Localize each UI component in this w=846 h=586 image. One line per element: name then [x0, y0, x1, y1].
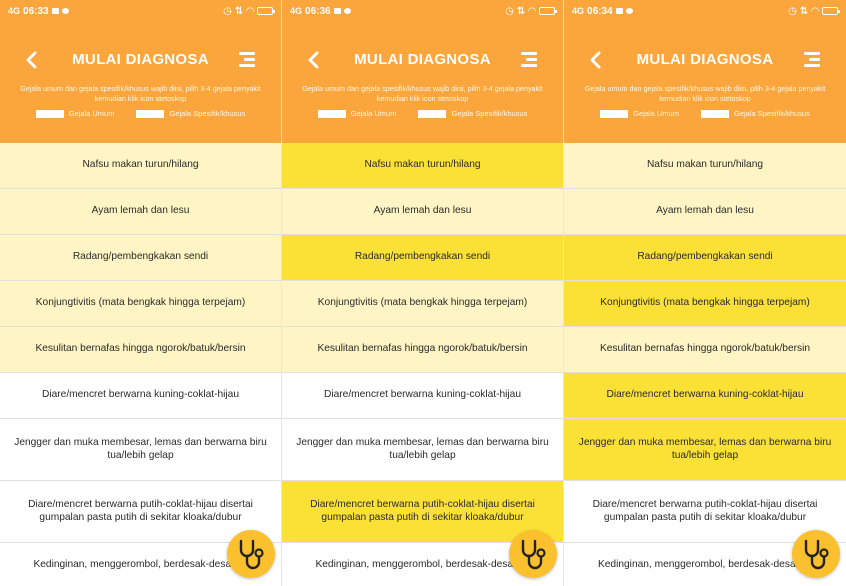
symptom-item-selected[interactable]: Konjungtivitis (mata bengkak hingga terp… — [564, 281, 846, 327]
symptom-list: Nafsu makan turun/hilang Ayam lemah dan … — [0, 143, 281, 586]
screens-container: 4G 06:33 ◷ ⇅ ◠ MULAI DIAGNOSA Gejala umu… — [0, 0, 846, 586]
symptom-item[interactable]: Konjungtivitis (mata bengkak hingga terp… — [0, 281, 281, 327]
status-bar: 4G 06:34 ◷ ⇅ ◠ — [572, 3, 840, 19]
instruction-text: Gejala umum dan gejala spesifik/khusus w… — [584, 84, 826, 103]
symptom-item[interactable]: Konjungtivitis (mata bengkak hingga terp… — [282, 281, 563, 327]
legend: Gejala Umum Gejala Spesifik/khusus — [0, 109, 281, 118]
notification-icon — [51, 8, 59, 14]
symptom-item[interactable]: Nafsu makan turun/hilang — [564, 143, 846, 189]
clock: 06:36 — [305, 5, 331, 17]
legend-label-specific: Gejala Spesifik/khusus — [169, 109, 246, 118]
menu-icon — [804, 52, 820, 55]
alarm-icon: ◷ — [788, 5, 797, 17]
symptom-item[interactable]: Ayam lemah dan lesu — [0, 189, 281, 235]
symptom-item-selected[interactable]: Jengger dan muka membesar, lemas dan ber… — [564, 419, 846, 481]
symptom-item[interactable]: Nafsu makan turun/hilang — [0, 143, 281, 189]
menu-icon — [239, 52, 255, 55]
app-header: 4G 06:36 ◷ ⇅ ◠ MULAI DIAGNOSA Gejala umu… — [282, 0, 563, 143]
phone-screen-3: 4G 06:34 ◷ ⇅ ◠ MULAI DIAGNOSA Gejala umu… — [564, 0, 846, 586]
notification-icon — [625, 8, 633, 14]
symptom-item[interactable]: Ayam lemah dan lesu — [564, 189, 846, 235]
legend-swatch-general — [35, 109, 64, 118]
menu-button[interactable] — [521, 50, 537, 68]
stethoscope-icon — [239, 539, 264, 570]
notification-icon — [61, 8, 69, 14]
menu-button[interactable] — [239, 50, 255, 68]
wifi-icon: ◠ — [246, 5, 254, 17]
app-header: 4G 06:34 ◷ ⇅ ◠ MULAI DIAGNOSA Gejala umu… — [564, 0, 846, 143]
data-icon: ⇅ — [799, 5, 809, 17]
signal-indicator: 4G — [8, 6, 21, 16]
wifi-icon: ◠ — [811, 5, 819, 17]
diagnose-button[interactable] — [227, 530, 275, 578]
signal-indicator: 4G — [572, 6, 585, 16]
status-bar: 4G 06:36 ◷ ⇅ ◠ — [290, 3, 557, 19]
legend-swatch-specific — [418, 109, 447, 118]
phone-screen-2: 4G 06:36 ◷ ⇅ ◠ MULAI DIAGNOSA Gejala umu… — [282, 0, 564, 586]
diagnose-button[interactable] — [509, 530, 557, 578]
legend-label-general: Gejala Umum — [350, 109, 397, 118]
signal-indicator: 4G — [290, 6, 303, 16]
data-icon: ⇅ — [234, 5, 244, 17]
menu-button[interactable] — [804, 50, 820, 68]
symptom-item[interactable]: Jengger dan muka membesar, lemas dan ber… — [282, 419, 563, 481]
stethoscope-icon — [521, 539, 546, 570]
clock: 06:34 — [587, 5, 613, 17]
legend-label-specific: Gejala Spesifik/khusus — [451, 109, 528, 118]
symptom-item-selected[interactable]: Radang/pembengkakan sendi — [564, 235, 846, 281]
symptom-item[interactable]: Jengger dan muka membesar, lemas dan ber… — [0, 419, 281, 481]
phone-screen-1: 4G 06:33 ◷ ⇅ ◠ MULAI DIAGNOSA Gejala umu… — [0, 0, 282, 586]
battery-icon — [539, 7, 557, 15]
symptom-item[interactable]: Kesulitan bernafas hingga ngorok/batuk/b… — [564, 327, 846, 373]
alarm-icon: ◷ — [223, 5, 232, 17]
symptom-list: Nafsu makan turun/hilang Ayam lemah dan … — [564, 143, 846, 586]
symptom-item[interactable]: Diare/mencret berwarna kuning-coklat-hij… — [282, 373, 563, 419]
data-icon: ⇅ — [516, 5, 526, 17]
notification-icon — [343, 8, 351, 14]
symptom-item[interactable]: Ayam lemah dan lesu — [282, 189, 563, 235]
symptom-item-selected[interactable]: Nafsu makan turun/hilang — [282, 143, 563, 189]
legend-label-specific: Gejala Spesifik/khusus — [733, 109, 810, 118]
notification-icon — [615, 8, 623, 14]
stethoscope-icon — [804, 539, 829, 570]
symptom-item[interactable]: Radang/pembengkakan sendi — [0, 235, 281, 281]
battery-icon — [257, 7, 275, 15]
legend: Gejala Umum Gejala Spesifik/khusus — [564, 109, 846, 118]
menu-icon — [521, 52, 537, 55]
legend-label-general: Gejala Umum — [633, 109, 679, 118]
instruction-text: Gejala umum dan gejala spesifik/khusus w… — [20, 84, 261, 103]
symptom-item[interactable]: Kesulitan bernafas hingga ngorok/batuk/b… — [0, 327, 281, 373]
legend: Gejala Umum Gejala Spesifik/khusus — [282, 109, 563, 118]
symptom-list: Nafsu makan turun/hilang Ayam lemah dan … — [282, 143, 563, 586]
clock: 06:33 — [23, 5, 49, 17]
legend-swatch-specific — [700, 109, 729, 118]
app-header: 4G 06:33 ◷ ⇅ ◠ MULAI DIAGNOSA Gejala umu… — [0, 0, 281, 143]
instruction-text: Gejala umum dan gejala spesifik/khusus w… — [302, 84, 543, 103]
legend-swatch-specific — [136, 109, 165, 118]
diagnose-button[interactable] — [792, 530, 840, 578]
symptom-item[interactable]: Kesulitan bernafas hingga ngorok/batuk/b… — [282, 327, 563, 373]
symptom-item-selected[interactable]: Radang/pembengkakan sendi — [282, 235, 563, 281]
wifi-icon: ◠ — [528, 5, 536, 17]
notification-icon — [333, 8, 341, 14]
legend-label-general: Gejala Umum — [68, 109, 115, 118]
status-bar: 4G 06:33 ◷ ⇅ ◠ — [8, 3, 275, 19]
legend-swatch-general — [317, 109, 346, 118]
alarm-icon: ◷ — [505, 5, 514, 17]
legend-swatch-general — [600, 109, 629, 118]
symptom-item[interactable]: Diare/mencret berwarna kuning-coklat-hij… — [0, 373, 281, 419]
symptom-item-selected[interactable]: Diare/mencret berwarna kuning-coklat-hij… — [564, 373, 846, 419]
battery-icon — [822, 7, 840, 15]
